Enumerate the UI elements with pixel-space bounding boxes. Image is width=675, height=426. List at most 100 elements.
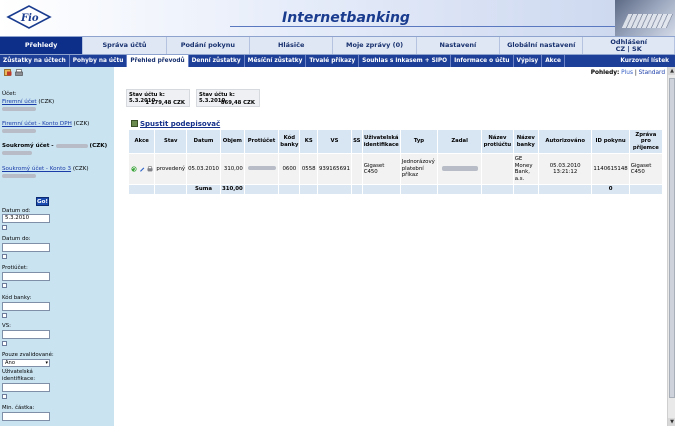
- col-datum: Datum: [186, 129, 221, 154]
- sum-id-pokynu: 0: [591, 184, 630, 195]
- account-item-firemni[interactable]: Firemní účet (CZK): [2, 99, 54, 113]
- col-protiucet: Protiúčet: [243, 129, 280, 154]
- col-typ: Typ: [399, 129, 439, 154]
- account-link[interactable]: Firemní účet: [2, 99, 37, 105]
- subnav-denni-zustatky[interactable]: Denní zůstatky: [189, 55, 245, 67]
- refresh-icon[interactable]: [131, 166, 137, 172]
- subnav-prehled-prevodu[interactable]: Přehled převodů: [127, 55, 189, 67]
- cell-kod-banky: 0600: [278, 153, 301, 185]
- header-divider: [230, 26, 615, 27]
- subnav-pohyby[interactable]: Pohyby na účtu: [70, 55, 128, 67]
- vertical-scrollbar[interactable]: ▲ ▼: [667, 67, 675, 426]
- svg-text:Fio: Fio: [20, 13, 39, 24]
- print-icon[interactable]: [147, 166, 153, 172]
- account-item-konto-3[interactable]: Soukromý účet - Konto 3 (CZK): [2, 166, 89, 180]
- sidebar: Účet: Firemní účet (CZK) Firemní účet - …: [0, 67, 114, 426]
- main-nav: Přehledy Správa účtů Podání pokynu Hlási…: [0, 36, 675, 55]
- protiucet-redacted: [247, 166, 276, 171]
- cell-vs: 939165691: [317, 153, 352, 185]
- cell-autorizovano: 05.03.2010 13:21:12: [537, 153, 593, 185]
- subnav-zustatky[interactable]: Zůstatky na účtech: [0, 55, 70, 67]
- sum-label: Suma: [186, 184, 221, 195]
- vs-input[interactable]: [2, 330, 50, 339]
- col-autorizovano: Autorizováno: [537, 129, 593, 154]
- min-castka-input[interactable]: [2, 412, 50, 421]
- uzivatelska-identifikace-label: Uživatelská identifikace:: [2, 369, 36, 382]
- account-item-soukromy[interactable]: Soukromý účet - (CZK): [2, 143, 107, 157]
- col-kod-banky: Kód banky: [278, 129, 301, 154]
- subnav-kurzovni-listek[interactable]: Kurzovní lístek: [617, 55, 675, 67]
- kod-banky-checkbox[interactable]: [2, 313, 7, 318]
- main-content: Pohledy: Plus | Standard Stav účtu k: 5.…: [114, 67, 675, 426]
- nav-podani-pokynu[interactable]: Podání pokynu: [167, 37, 251, 54]
- datum-do-label: Datum do:: [2, 236, 31, 242]
- sum-row: Suma 310,00 0: [127, 184, 664, 195]
- uzivatelska-identifikace-input[interactable]: [2, 383, 50, 392]
- pouze-zvalidovane-label: Pouze zvalidované:: [2, 352, 54, 358]
- account-label: Účet:: [2, 91, 17, 97]
- view-standard-link[interactable]: Standard: [639, 70, 665, 76]
- views-switch: Pohledy: Plus | Standard: [590, 70, 665, 76]
- scroll-thumb[interactable]: [669, 78, 675, 398]
- protiucet-checkbox[interactable]: [2, 283, 7, 288]
- go-button[interactable]: Go!: [36, 197, 49, 206]
- keyboard-image: [615, 0, 675, 36]
- protiucet-input[interactable]: [2, 272, 50, 281]
- account-link[interactable]: Firemní účet - Konto DPH: [2, 121, 72, 127]
- col-nazev-banky: Název banky: [512, 129, 539, 154]
- uzivatelska-identifikace-checkbox[interactable]: [2, 394, 7, 399]
- account-item-konto-dph[interactable]: Firemní účet - Konto DPH (CZK): [2, 121, 89, 135]
- nav-globalni-nastaveni[interactable]: Globální nastavení: [500, 37, 584, 54]
- edit-icon[interactable]: [139, 166, 145, 172]
- cell-uzivatelska-identifikace: Gigaset C450: [361, 153, 401, 185]
- col-zprava-pro-prijemce: Zpráva pro příjemce: [628, 129, 664, 154]
- subnav-souhlas-inkaso[interactable]: Souhlas s inkasem + SIPO: [359, 55, 452, 67]
- scroll-down-icon[interactable]: ▼: [668, 418, 675, 426]
- cell-akce: [127, 153, 156, 185]
- sub-nav: Zůstatky na účtech Pohyby na účtu Přehle…: [0, 55, 675, 67]
- print-icon[interactable]: [15, 69, 23, 76]
- signer-icon: [131, 120, 138, 127]
- col-uzivatelska-identifikace: Uživatelská identifikace: [361, 129, 401, 154]
- col-stav: Stav: [154, 129, 188, 154]
- cell-zprava-pro-prijemce: Gigaset C450: [628, 153, 664, 185]
- account-link[interactable]: Soukromý účet - Konto 3: [2, 166, 71, 172]
- cell-stav: provedený: [154, 153, 188, 185]
- datum-od-input[interactable]: 5.3.2010: [2, 214, 50, 223]
- language-switch[interactable]: CZ | SK: [616, 45, 642, 53]
- datum-do-checkbox[interactable]: [2, 254, 7, 259]
- sidebar-toolbar: [4, 69, 23, 76]
- nav-logout[interactable]: Odhlášení CZ | SK: [583, 37, 675, 54]
- scroll-up-icon[interactable]: ▲: [668, 67, 675, 75]
- account-number-redacted: [2, 150, 32, 155]
- vs-checkbox[interactable]: [2, 341, 7, 346]
- sum-value: 310,00: [219, 184, 245, 195]
- datum-do-input[interactable]: [2, 243, 50, 252]
- subnav-vypisy[interactable]: Výpisy: [514, 55, 543, 67]
- col-ss: SS: [350, 129, 363, 154]
- nav-hlasice[interactable]: Hlásiče: [250, 37, 334, 54]
- view-plus-link[interactable]: Plus: [621, 70, 633, 76]
- cell-ss: [350, 153, 363, 185]
- subnav-trvale-prikazy[interactable]: Trvalé příkazy: [306, 55, 360, 67]
- account-balance-box: Stav účtu k: 5.3.2010 869,48 CZK: [196, 89, 260, 107]
- cell-protiucet: [243, 153, 280, 185]
- kod-banky-input[interactable]: [2, 302, 50, 311]
- nav-moje-zpravy[interactable]: Moje zprávy (0): [333, 37, 417, 54]
- nav-nastaveni[interactable]: Nastavení: [417, 37, 501, 54]
- nav-sprava-uctu[interactable]: Správa účtů: [83, 37, 167, 54]
- pouze-zvalidovane-select[interactable]: Ano: [2, 359, 50, 367]
- col-vs: VS: [317, 129, 352, 154]
- cell-id-pokynu: 1140615148: [591, 153, 630, 185]
- subnav-informace-o-uctu[interactable]: Informace o účtu: [451, 55, 514, 67]
- account-number-redacted: [2, 173, 36, 178]
- cell-nazev-banky: GE Money Bank, a.s.: [512, 153, 539, 185]
- account-number-redacted: [2, 128, 36, 133]
- table-row[interactable]: provedený 05.03.2010 310,00 0600 0558 93…: [127, 153, 664, 185]
- nav-prehledy[interactable]: Přehledy: [0, 37, 84, 54]
- datum-od-checkbox[interactable]: [2, 225, 7, 230]
- export-icon[interactable]: [4, 69, 12, 76]
- run-signer-link[interactable]: Spustit podepisovač: [131, 120, 220, 128]
- subnav-akce[interactable]: Akce: [542, 55, 565, 67]
- subnav-mesicni-zustatky[interactable]: Měsíční zůstatky: [245, 55, 307, 67]
